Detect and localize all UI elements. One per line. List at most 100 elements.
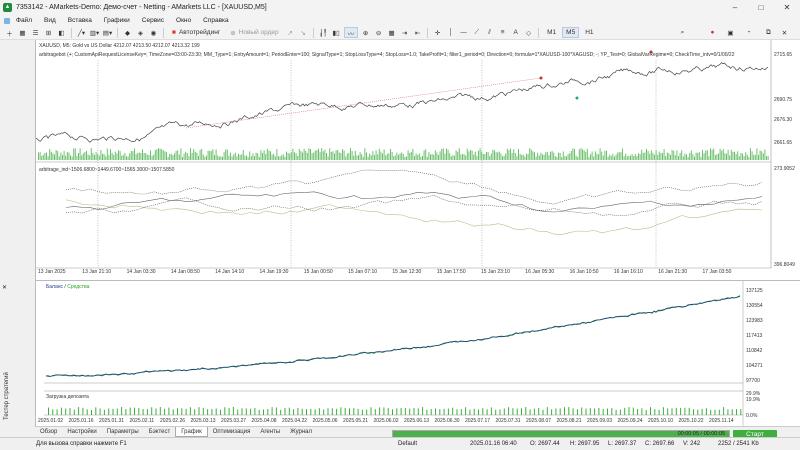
line-chart-icon[interactable]: 〰: [343, 27, 359, 38]
volume-bar: [127, 156, 129, 160]
profiles-icon[interactable]: ▦: [17, 27, 28, 38]
volume-bar: [614, 156, 615, 160]
menu-help[interactable]: Справка: [203, 17, 229, 24]
metaeditor-icon[interactable]: ◆: [122, 27, 133, 38]
volume-bar: [377, 154, 379, 160]
chart-menu-icon[interactable]: ⧉: [763, 27, 774, 38]
timeframe-h1[interactable]: H1: [581, 27, 597, 38]
load-bar: [129, 407, 131, 415]
templates-icon[interactable]: ▤▾: [102, 27, 113, 38]
trade-up-icon[interactable]: ↗: [285, 27, 296, 38]
price-chart[interactable]: XAUUSD, M5: Gold vs US Dollar 4212.07 42…: [35, 40, 800, 280]
tab-agents[interactable]: Агенты: [255, 427, 285, 437]
volume-bar: [380, 151, 382, 160]
volume-bar: [63, 150, 65, 160]
load-bar: [297, 407, 299, 415]
autotrade-button[interactable]: ■ Автотрейдинг: [168, 27, 224, 38]
channel-icon[interactable]: ⫽: [484, 27, 495, 38]
volume-bar: [230, 152, 231, 160]
crosshair-icon[interactable]: ✛: [432, 27, 443, 38]
search-icon[interactable]: ⌕: [677, 27, 688, 38]
zoom-out-icon[interactable]: ⊖: [373, 27, 384, 38]
chart-shift-icon[interactable]: ⇤: [412, 27, 423, 38]
volume-bar: [362, 156, 364, 160]
volume-bar: [522, 154, 524, 160]
community-icon[interactable]: ▣: [725, 27, 736, 38]
navigator-icon[interactable]: ⊞: [43, 27, 54, 38]
line-tools-icon[interactable]: ╱▾: [76, 27, 87, 38]
menu-insert[interactable]: Вставка: [68, 17, 92, 24]
volume-bar: [433, 154, 435, 160]
strategy-tester-icon[interactable]: ◈: [135, 27, 146, 38]
load-bar: [142, 409, 144, 415]
load-bar: [254, 408, 256, 415]
tile-icon[interactable]: ▦: [386, 27, 397, 38]
volume-bar: [495, 152, 497, 160]
candles-icon[interactable]: ▮▯: [331, 27, 342, 38]
text-icon[interactable]: A: [510, 27, 521, 38]
fibo-icon[interactable]: ≡: [497, 27, 508, 38]
zoom-in-icon[interactable]: ⊕: [360, 27, 371, 38]
tester-graph[interactable]: Баланс / Средства Загрузка депозита 1371…: [35, 280, 800, 427]
volume-bar: [278, 156, 279, 160]
tester-side-tab[interactable]: ✕ Тестер стратегий: [0, 280, 35, 426]
menu-charts[interactable]: Графики: [104, 17, 130, 24]
hline-icon[interactable]: —: [458, 27, 469, 38]
trade-down-icon[interactable]: ↘: [298, 27, 309, 38]
menu-file[interactable]: Файл: [16, 17, 32, 24]
market-watch-icon[interactable]: ☰: [30, 27, 41, 38]
tab-graph[interactable]: График: [175, 427, 208, 437]
tab-backtest[interactable]: Бэктест: [144, 427, 175, 437]
tab-settings[interactable]: Настройки: [62, 427, 101, 437]
notifications-icon[interactable]: ●: [707, 27, 718, 38]
symbol-info: XAUUSD, M5: Gold vs US Dollar 4212.07 42…: [39, 43, 200, 49]
tab-journal[interactable]: Журнал: [285, 427, 317, 437]
new-chart-icon[interactable]: ＋: [4, 27, 15, 38]
close-button[interactable]: ✕: [774, 0, 800, 15]
load-bar: [589, 408, 591, 415]
volume-bar: [551, 151, 553, 160]
indicators-icon[interactable]: ▥▾: [89, 27, 100, 38]
menu-window[interactable]: Окно: [176, 17, 191, 24]
volume-bar: [78, 153, 79, 160]
price-chart-canvas[interactable]: [36, 40, 800, 280]
tab-parameters[interactable]: Параметры: [102, 427, 144, 437]
load-bar: [52, 409, 54, 415]
vline-icon[interactable]: │: [445, 27, 456, 38]
timeframe-m5[interactable]: M5: [562, 27, 580, 38]
volume-bar: [287, 153, 289, 160]
close-tester-icon[interactable]: ✕: [2, 284, 10, 292]
volume-bar: [249, 151, 251, 160]
tab-overview[interactable]: Обзор: [35, 427, 62, 437]
load-bar: [413, 407, 415, 415]
account-icon[interactable]: ◔: [743, 27, 754, 38]
load-bar: [138, 407, 140, 415]
autoscroll-icon[interactable]: ⇥: [399, 27, 410, 38]
trendline-icon[interactable]: ⟋: [471, 27, 482, 38]
volume-bar: [740, 152, 742, 160]
minimize-button[interactable]: –: [722, 0, 748, 15]
timeframe-m1[interactable]: M1: [543, 27, 560, 38]
load-bar: [293, 409, 295, 415]
new-order-button[interactable]: ⊕ Новый ордер: [226, 27, 282, 38]
tab-optimization[interactable]: Оптимизация: [208, 427, 256, 437]
volume-bar: [86, 150, 87, 160]
menu-view[interactable]: Вид: [44, 17, 56, 24]
menu-bar: Файл Вид Вставка Графики Сервис Окно Спр…: [0, 15, 800, 26]
volume-bar: [735, 153, 737, 160]
menu-tools[interactable]: Сервис: [142, 17, 164, 24]
volume-bar: [468, 151, 470, 160]
volume-bar: [378, 148, 380, 160]
load-bar: [529, 409, 531, 415]
maximize-button[interactable]: □: [748, 0, 774, 15]
bar-chart-icon[interactable]: ╽╿: [318, 27, 329, 38]
chart-close-icon[interactable]: ✕: [779, 27, 790, 38]
signals-icon[interactable]: ◉: [148, 27, 159, 38]
status-profile[interactable]: Default: [398, 441, 417, 447]
data-window-icon[interactable]: ◧: [56, 27, 67, 38]
volume-bar: [668, 153, 670, 160]
shapes-icon[interactable]: ◇: [523, 27, 534, 38]
indicator-info: arbitrage_ind~1506.6800~1449.6700~1565.3…: [39, 167, 175, 173]
volume-bar: [303, 148, 305, 160]
volume-bar: [145, 153, 147, 160]
